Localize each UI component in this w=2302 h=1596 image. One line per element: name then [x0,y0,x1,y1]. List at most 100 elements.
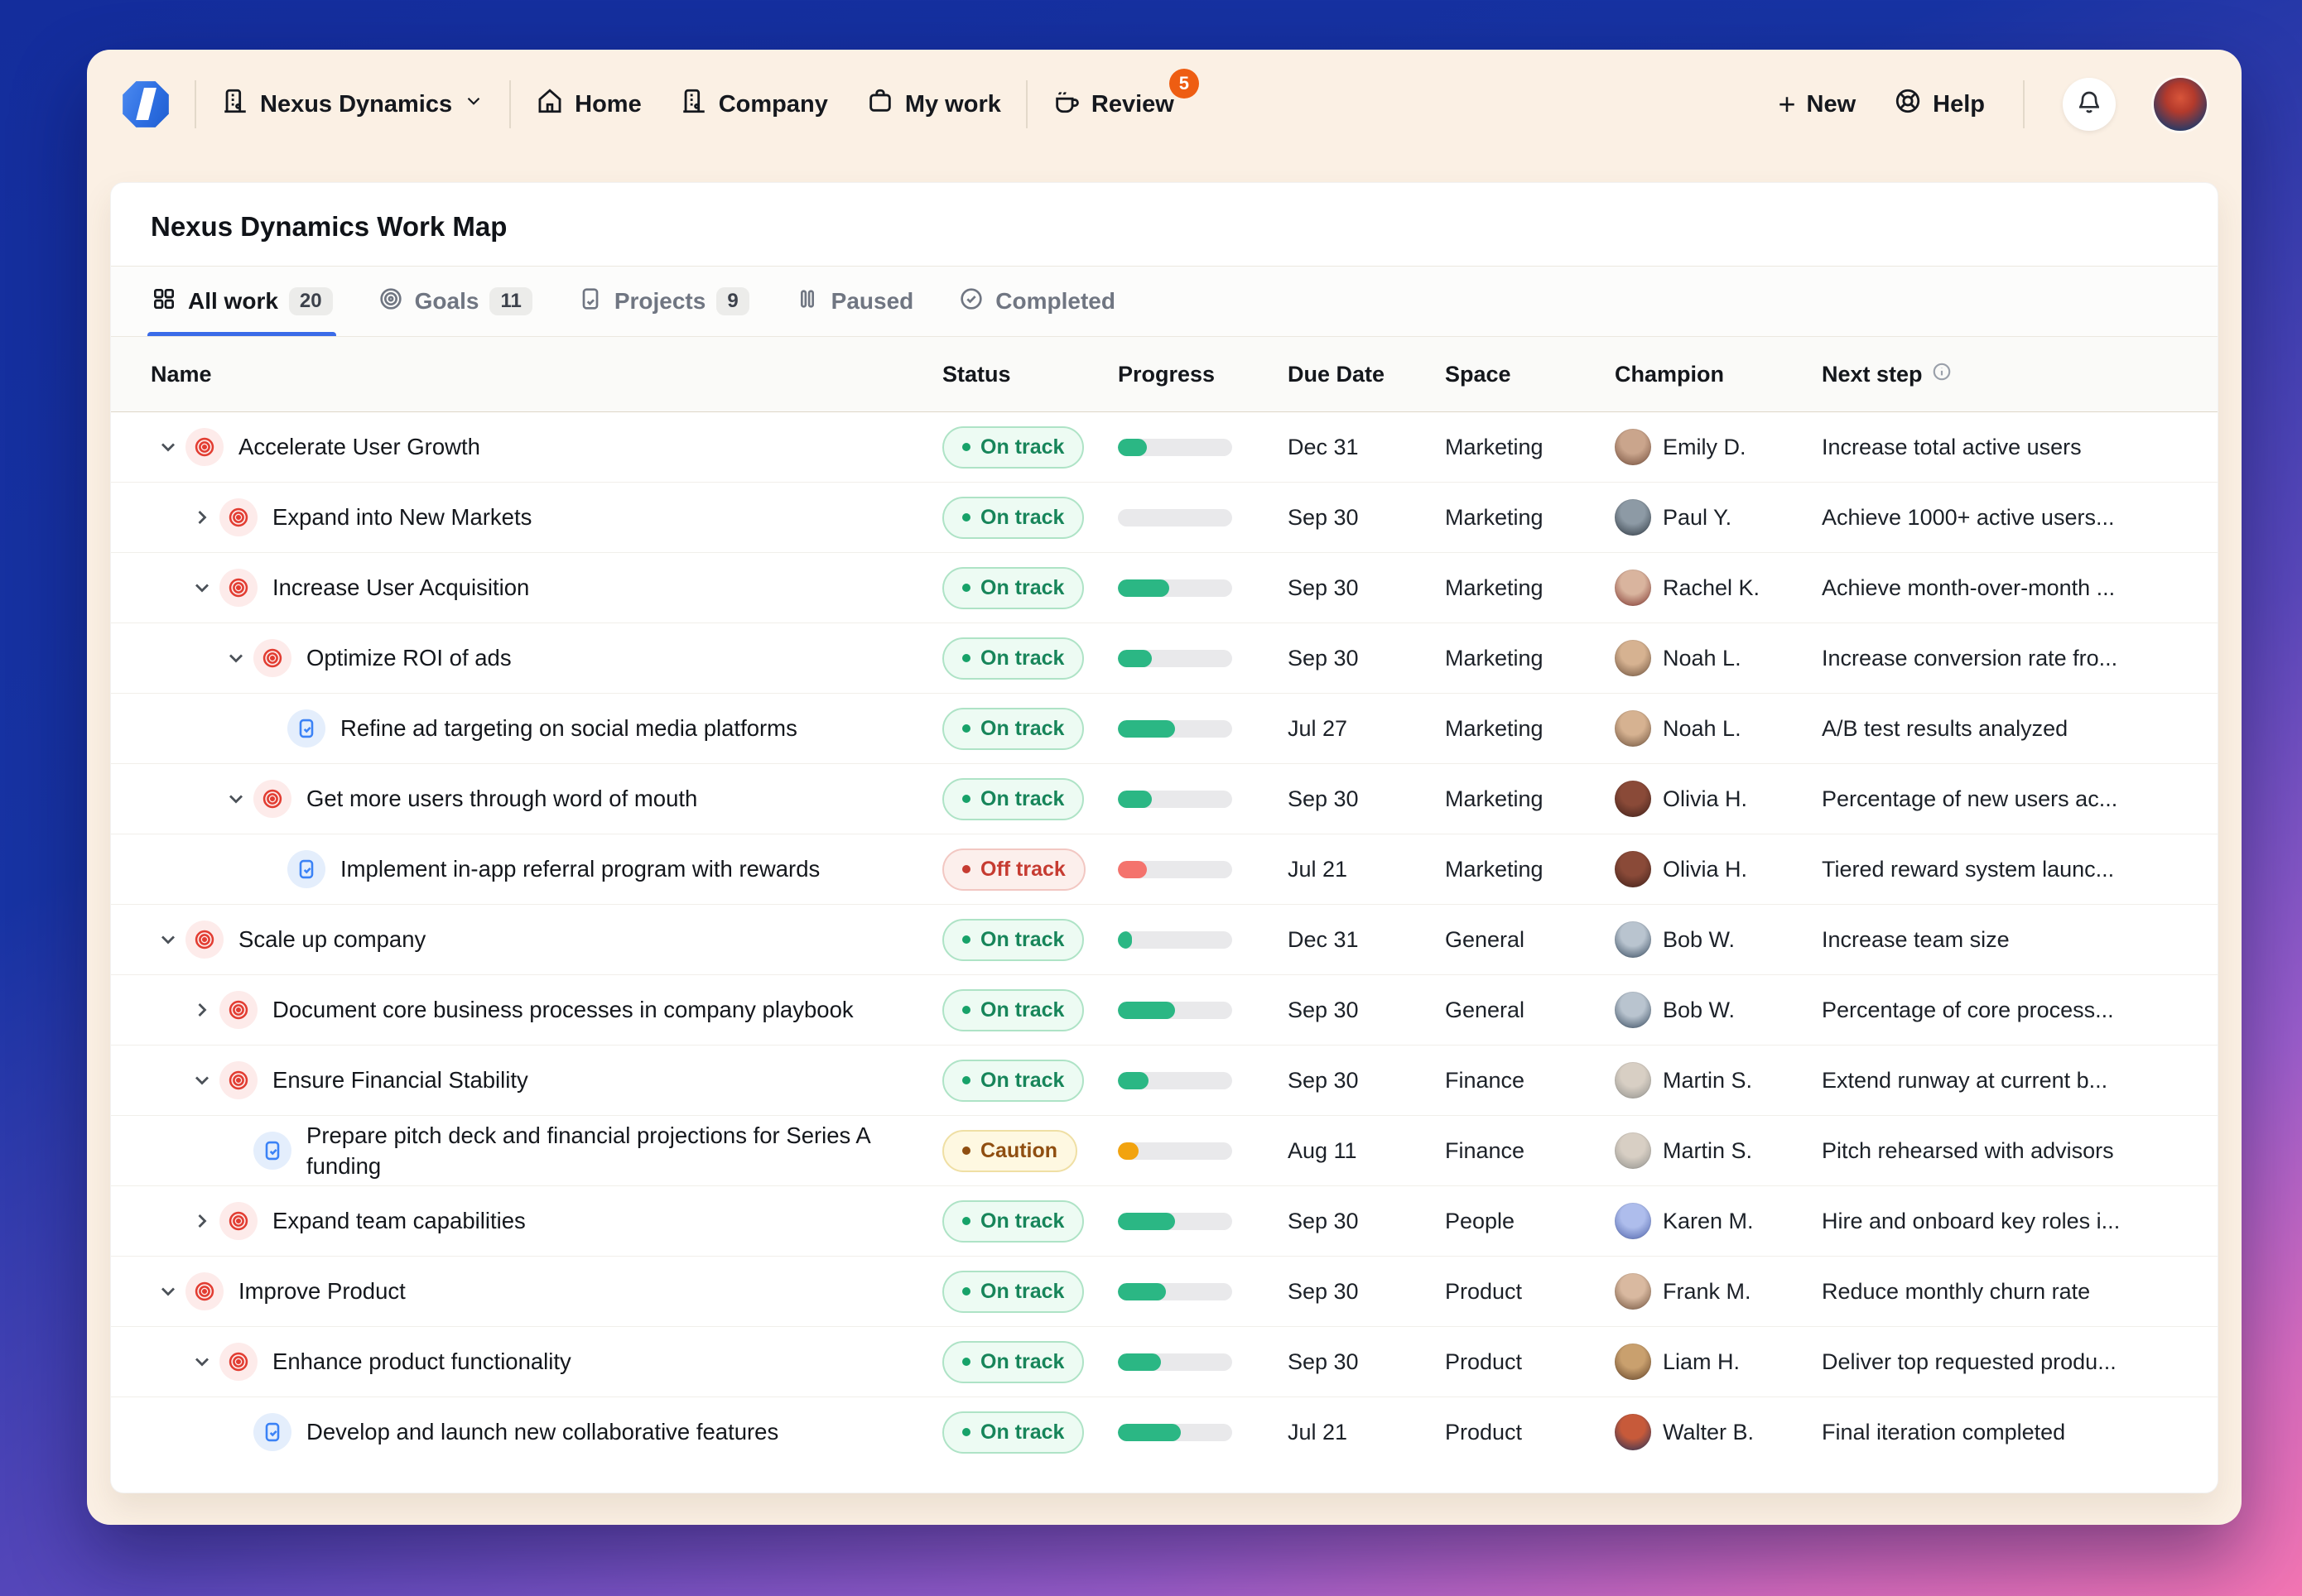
space-name[interactable]: Product [1445,1420,1615,1445]
space-name[interactable]: Marketing [1445,857,1615,882]
app-logo-icon[interactable] [122,80,170,128]
space-name[interactable]: Marketing [1445,646,1615,671]
help-button[interactable]: Help [1894,87,1985,122]
status-badge[interactable]: On track [942,497,1084,539]
chevron-down-icon[interactable] [151,430,185,464]
space-name[interactable]: Marketing [1445,435,1615,460]
status-badge[interactable]: On track [942,708,1084,750]
chevron-down-icon[interactable] [151,1274,185,1309]
chevron-down-icon[interactable] [185,1063,219,1098]
table-row[interactable]: Increase User AcquisitionOn trackSep 30M… [111,552,2218,623]
champion-cell[interactable]: Frank M. [1615,1273,1822,1310]
champion-cell[interactable]: Noah L. [1615,640,1822,676]
nav-company[interactable]: Company [680,87,828,122]
champion-cell[interactable]: Rachel K. [1615,570,1822,606]
status-badge[interactable]: On track [942,989,1084,1031]
champion-cell[interactable]: Bob W. [1615,992,1822,1028]
champion-cell[interactable]: Liam H. [1615,1344,1822,1380]
row-name[interactable]: Optimize ROI of ads [306,642,512,673]
chevron-down-icon[interactable] [185,570,219,605]
row-name[interactable]: Increase User Acquisition [272,572,529,603]
champion-cell[interactable]: Emily D. [1615,429,1822,465]
new-button[interactable]: + New [1778,89,1856,119]
space-name[interactable]: General [1445,927,1615,953]
chevron-right-icon[interactable] [185,500,219,535]
workspace-selector[interactable]: Nexus Dynamics [221,87,484,122]
space-name[interactable]: People [1445,1209,1615,1234]
space-name[interactable]: Marketing [1445,575,1615,601]
table-row[interactable]: Develop and launch new collaborative fea… [111,1396,2218,1467]
space-name[interactable]: Marketing [1445,505,1615,531]
chevron-right-icon[interactable] [185,993,219,1027]
table-row[interactable]: Scale up companyOn trackDec 31GeneralBob… [111,904,2218,974]
user-avatar[interactable] [2154,78,2207,131]
status-badge[interactable]: On track [942,426,1084,469]
tab-paused[interactable]: Paused [794,267,914,336]
space-name[interactable]: Finance [1445,1068,1615,1094]
status-badge[interactable]: On track [942,567,1084,609]
nav-my-work[interactable]: My work [866,87,1001,122]
champion-cell[interactable]: Walter B. [1615,1414,1822,1450]
champion-cell[interactable]: Noah L. [1615,710,1822,747]
chevron-down-icon[interactable] [185,1344,219,1379]
row-name[interactable]: Scale up company [238,924,426,954]
status-badge[interactable]: On track [942,1341,1084,1383]
table-row[interactable]: Document core business processes in comp… [111,974,2218,1045]
space-name[interactable]: Product [1445,1279,1615,1305]
notifications-button[interactable] [2063,78,2116,131]
table-row[interactable]: Optimize ROI of adsOn trackSep 30Marketi… [111,623,2218,693]
champion-cell[interactable]: Martin S. [1615,1132,1822,1169]
status-badge[interactable]: On track [942,1271,1084,1313]
status-badge[interactable]: On track [942,919,1084,961]
row-name[interactable]: Refine ad targeting on social media plat… [340,713,797,743]
table-row[interactable]: Accelerate User GrowthOn trackDec 31Mark… [111,412,2218,482]
table-row[interactable]: Ensure Financial StabilityOn trackSep 30… [111,1045,2218,1115]
status-badge[interactable]: On track [942,1200,1084,1243]
status-badge[interactable]: On track [942,1060,1084,1102]
chevron-down-icon[interactable] [219,641,253,675]
row-name[interactable]: Ensure Financial Stability [272,1065,528,1095]
table-row[interactable]: Expand team capabilitiesOn trackSep 30Pe… [111,1185,2218,1256]
status-badge[interactable]: On track [942,778,1084,820]
tab-all-work[interactable]: All work20 [151,267,333,336]
chevron-right-icon[interactable] [185,1204,219,1238]
table-row[interactable]: Enhance product functionalityOn trackSep… [111,1326,2218,1396]
tab-projects[interactable]: Projects9 [577,267,749,336]
space-name[interactable]: Marketing [1445,786,1615,812]
champion-cell[interactable]: Paul Y. [1615,499,1822,536]
row-name[interactable]: Enhance product functionality [272,1346,571,1377]
chevron-down-icon[interactable] [151,922,185,957]
row-name[interactable]: Expand into New Markets [272,502,532,532]
champion-cell[interactable]: Karen M. [1615,1203,1822,1239]
status-badge[interactable]: On track [942,1411,1084,1454]
row-name[interactable]: Prepare pitch deck and financial project… [306,1120,922,1181]
champion-cell[interactable]: Bob W. [1615,921,1822,958]
status-badge[interactable]: Caution [942,1130,1077,1172]
status-badge[interactable]: Off track [942,848,1086,891]
row-name[interactable]: Expand team capabilities [272,1205,526,1236]
champion-cell[interactable]: Olivia H. [1615,781,1822,817]
space-name[interactable]: Product [1445,1349,1615,1375]
table-row[interactable]: Improve ProductOn trackSep 30ProductFran… [111,1256,2218,1326]
table-row[interactable]: Expand into New MarketsOn trackSep 30Mar… [111,482,2218,552]
space-name[interactable]: Finance [1445,1138,1615,1164]
space-name[interactable]: Marketing [1445,716,1615,742]
row-name[interactable]: Improve Product [238,1276,406,1306]
table-row[interactable]: Prepare pitch deck and financial project… [111,1115,2218,1185]
row-name[interactable]: Accelerate User Growth [238,431,480,462]
row-name[interactable]: Develop and launch new collaborative fea… [306,1416,778,1447]
table-row[interactable]: Refine ad targeting on social media plat… [111,693,2218,763]
space-name[interactable]: General [1445,997,1615,1023]
tab-goals[interactable]: Goals11 [378,267,532,336]
nav-review[interactable]: Review 5 [1052,87,1174,122]
champion-cell[interactable]: Martin S. [1615,1062,1822,1098]
status-badge[interactable]: On track [942,637,1084,680]
nav-home[interactable]: Home [536,87,642,122]
tab-completed[interactable]: Completed [958,267,1115,336]
row-name[interactable]: Get more users through word of mouth [306,783,697,814]
chevron-down-icon[interactable] [219,781,253,816]
table-row[interactable]: Get more users through word of mouth On t… [111,763,2218,834]
row-name[interactable]: Document core business processes in comp… [272,994,854,1025]
table-row[interactable]: Implement in-app referral program with r… [111,834,2218,904]
champion-cell[interactable]: Olivia H. [1615,851,1822,887]
